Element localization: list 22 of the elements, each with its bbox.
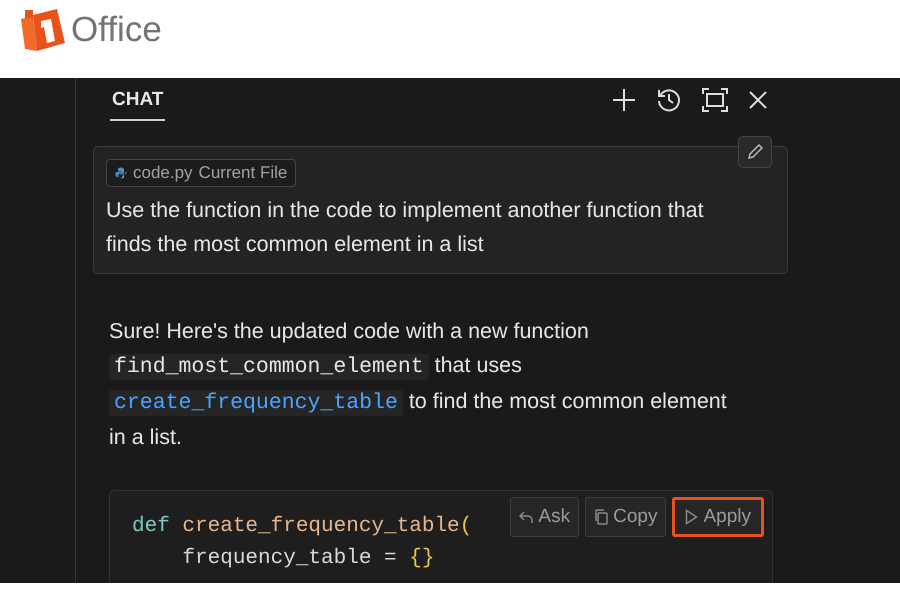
play-icon xyxy=(685,509,698,525)
user-message: Use the function in the code to implement another function that finds the most common element in a list xyxy=(106,197,705,258)
code-line: frequency_table = {} xyxy=(181,546,434,572)
function-link[interactable]: create_frequency_table xyxy=(109,389,403,413)
chat-tab[interactable]: CHAT xyxy=(110,79,166,121)
logo-text: Office xyxy=(71,10,162,50)
edit-button[interactable] xyxy=(738,136,772,168)
code-line: def create_frequency_table( xyxy=(132,514,472,540)
assistant-reply: Sure! Here's the updated code with a new function find_most_common_element that uses create_frequency_table to find the most common element in a list. xyxy=(109,318,728,451)
apply-button[interactable]: Apply xyxy=(672,497,764,537)
copy-icon xyxy=(594,509,608,525)
logo-icon xyxy=(19,7,67,53)
copy-button[interactable]: Copy xyxy=(585,497,666,537)
ask-button[interactable]: Ask xyxy=(510,497,580,537)
maximize-icon[interactable] xyxy=(702,88,728,112)
new-chat-icon[interactable] xyxy=(612,88,636,112)
file-chip[interactable]: code.py Current File xyxy=(106,159,296,187)
pencil-icon xyxy=(746,143,764,161)
history-icon[interactable] xyxy=(656,87,682,113)
close-icon[interactable] xyxy=(748,90,768,110)
reply-arrow-icon xyxy=(519,510,534,524)
python-file-icon xyxy=(115,167,127,179)
